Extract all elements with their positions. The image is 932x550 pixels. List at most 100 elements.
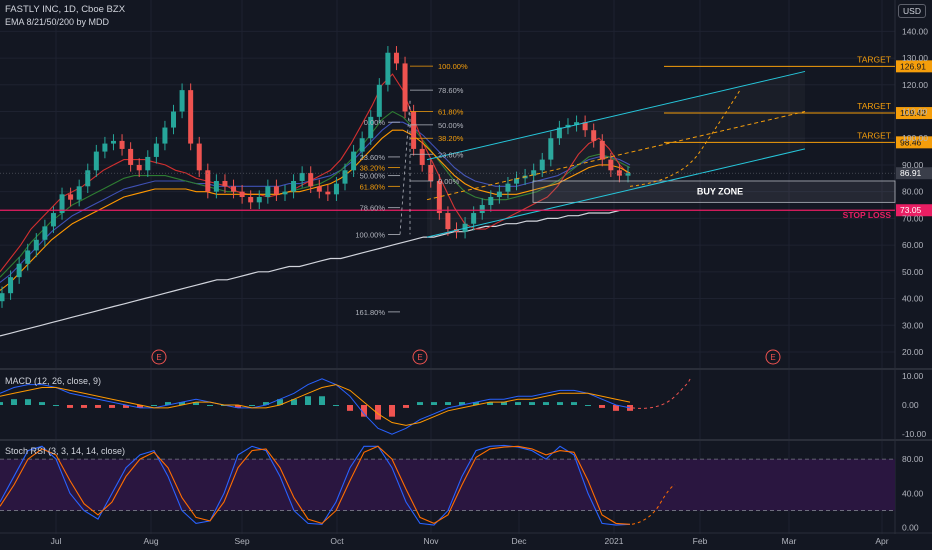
candle-body — [402, 63, 408, 112]
fib2-label: 100.00% — [438, 62, 468, 71]
fib1-label: 0.00% — [364, 118, 386, 127]
macd-histogram-bar — [571, 402, 577, 405]
macd-histogram-bar — [25, 399, 31, 405]
candle-body — [299, 172, 305, 181]
candle-body — [291, 180, 297, 192]
candle-body — [196, 143, 202, 171]
ema200-path — [0, 209, 630, 337]
macd-histogram-bar — [445, 402, 451, 405]
fib2-label: 61.80% — [438, 108, 464, 117]
overlays: BUY ZONESTOP LOSS 73.05TARGET126.91TARGET… — [0, 54, 932, 365]
y-tick-label: 130.00 — [902, 53, 928, 63]
rsi-y-tick: 0.00 — [902, 523, 919, 533]
buy-zone-label: BUY ZONE — [697, 187, 743, 197]
stop-loss-label: STOP LOSS — [843, 210, 892, 220]
candle-body — [119, 140, 125, 149]
macd-histogram-bar — [39, 402, 45, 405]
macd-histogram-bar — [0, 402, 3, 405]
candle-body — [411, 111, 417, 149]
candle-body — [188, 90, 194, 144]
candle-body — [239, 191, 245, 198]
candle-body — [8, 277, 14, 294]
macd-y-tick: -10.00 — [902, 429, 926, 439]
fib2-label: 50.00% — [438, 121, 464, 130]
candle-body — [351, 151, 357, 171]
candle-body — [76, 186, 82, 200]
fib1-label: 50.00% — [360, 172, 386, 181]
candle-body — [308, 172, 314, 187]
rsi-pane — [0, 444, 895, 526]
candle-body — [25, 250, 31, 264]
macd-histogram-bar — [347, 405, 353, 411]
currency-badge[interactable]: USD — [898, 4, 926, 18]
candle-body — [110, 140, 116, 144]
x-tick-label: Oct — [330, 536, 344, 546]
x-tick-label: Feb — [693, 536, 708, 546]
y-tick-label: 80.00 — [902, 187, 924, 197]
macd-histogram-bar — [53, 405, 59, 406]
x-tick-label: Dec — [511, 536, 527, 546]
indicator-legend: EMA 8/21/50/200 by MDD — [5, 17, 110, 27]
x-tick-label: Aug — [143, 536, 158, 546]
candle-body — [213, 180, 219, 192]
candle-body — [248, 197, 254, 203]
earnings-label: E — [156, 353, 161, 362]
macd-histogram-bar — [599, 405, 605, 408]
x-tick-label: Apr — [875, 536, 888, 546]
macd-histogram-bar — [417, 402, 423, 405]
candle-body — [162, 127, 168, 144]
macd-histogram-bar — [431, 402, 437, 405]
candle-body — [385, 52, 391, 85]
y-tick-label: 120.00 — [902, 80, 928, 90]
earnings-label: E — [770, 353, 775, 362]
ema200-line — [0, 209, 630, 337]
fib2-label: 0.00% — [438, 177, 460, 186]
macd-projection — [631, 378, 691, 409]
fib1-label: 23.60% — [360, 153, 386, 162]
signal-line — [0, 384, 631, 426]
candle-body — [376, 84, 382, 117]
macd-histogram-bar — [543, 402, 549, 405]
macd-histogram-bar — [249, 405, 255, 406]
macd-y-tick: 0.00 — [902, 400, 919, 410]
macd-histogram-bar — [333, 405, 339, 406]
x-tick-label: Jul — [51, 536, 62, 546]
candle-body — [273, 186, 279, 195]
fib2-label: 78.60% — [438, 86, 464, 95]
y-tick-label: 60.00 — [902, 240, 924, 250]
y-tick-label: 30.00 — [902, 320, 924, 330]
channel-fill — [427, 71, 805, 237]
earnings-label: E — [417, 353, 422, 362]
macd-histogram-bar — [515, 402, 521, 405]
macd-histogram-bar — [319, 396, 325, 405]
chart-canvas[interactable]: BUY ZONESTOP LOSS 73.05TARGET126.91TARGET… — [0, 0, 932, 550]
candle-body — [222, 180, 228, 187]
rsi-y-tick: 40.00 — [902, 488, 924, 498]
y-tick-label: 140.00 — [902, 26, 928, 36]
x-tick-label: Nov — [423, 536, 439, 546]
candle-body — [50, 213, 56, 227]
candle-body — [171, 111, 177, 128]
macd-histogram-bar — [403, 405, 409, 408]
candle-body — [359, 138, 365, 152]
macd-histogram-bar — [529, 402, 535, 405]
candle-body — [419, 148, 425, 165]
macd-histogram-bar — [207, 405, 213, 406]
candle-body — [145, 156, 151, 171]
macd-histogram-bar — [11, 399, 17, 405]
candle-body — [265, 186, 271, 198]
stoch-rsi-legend: Stoch RSI (3, 3, 14, 14, close) — [5, 446, 126, 456]
macd-line — [0, 378, 631, 435]
candle-body — [325, 191, 331, 195]
chart-title: FASTLY INC, 1D, Cboe BZX — [5, 4, 126, 15]
y-tick-label: 100.00 — [902, 133, 928, 143]
macd-histogram-bar — [585, 405, 591, 406]
candle-body — [342, 170, 348, 184]
y-tick-label: 70.00 — [902, 213, 924, 223]
candle-body — [93, 151, 99, 171]
y-tick-label: 50.00 — [902, 267, 924, 277]
candle-body — [0, 293, 5, 302]
y-tick-label: 90.00 — [902, 160, 924, 170]
candle-body — [33, 239, 39, 251]
candle-body — [42, 226, 48, 240]
